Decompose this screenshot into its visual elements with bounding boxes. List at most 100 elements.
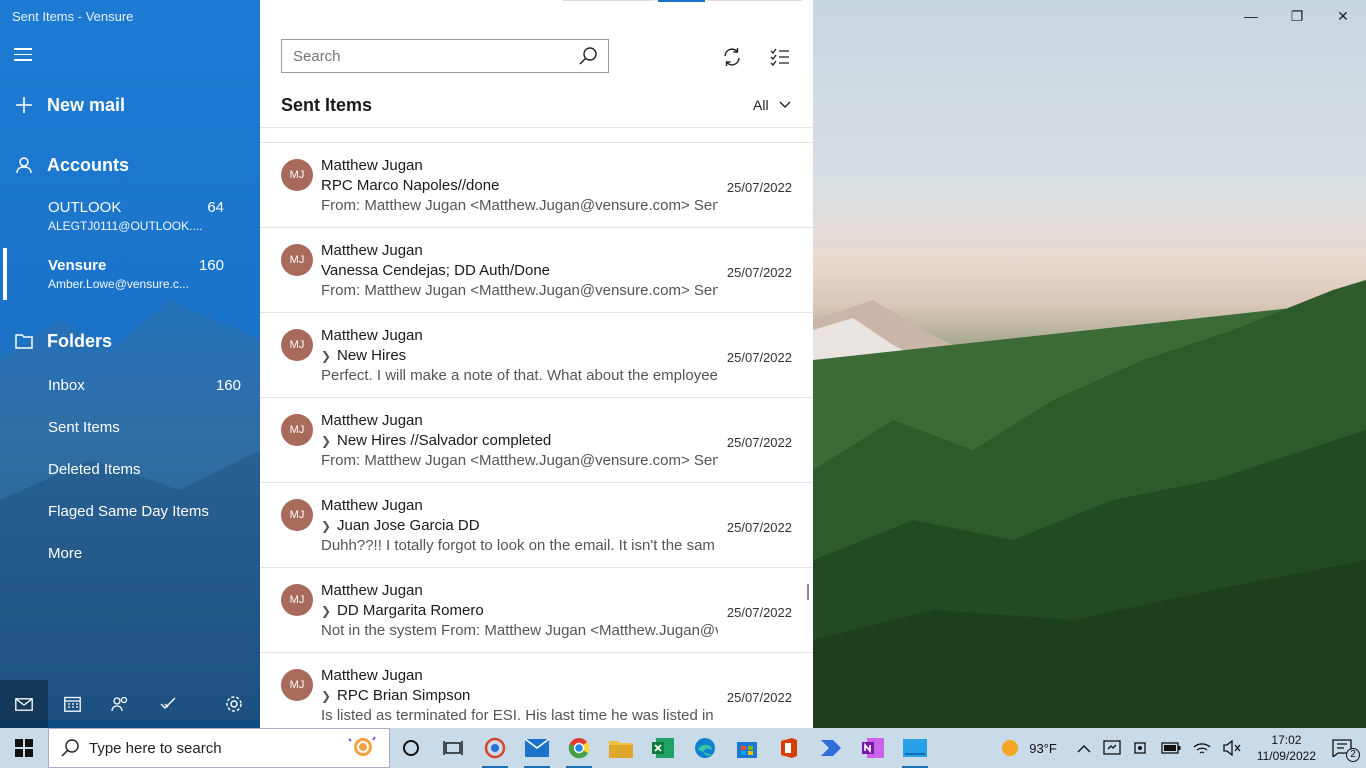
taskbar-search-placeholder: Type here to search (89, 739, 222, 757)
onenote-icon[interactable] (852, 728, 894, 768)
office-icon[interactable] (768, 728, 810, 768)
filter-dropdown[interactable]: All (753, 97, 791, 113)
clock-date: 11/09/2022 (1256, 749, 1316, 763)
folder-item-flaged-same-day[interactable]: Flaged Same Day Items (48, 503, 241, 520)
expand-thread-chevron-icon[interactable]: ❯ (321, 519, 337, 533)
search-input[interactable] (282, 40, 568, 72)
settings-gear-icon[interactable] (210, 680, 258, 728)
mail-app-icon[interactable] (516, 728, 558, 768)
snip-tool-icon[interactable] (474, 728, 516, 768)
message-subject: ❯ RPC Brian Simpson (321, 687, 470, 704)
account-name: OUTLOOK (48, 199, 122, 216)
folder-item-sent-items[interactable]: Sent Items (48, 419, 241, 436)
taskbar-search-box[interactable]: Type here to search (48, 728, 390, 768)
subject-text: New Hires //Salvador completed (337, 432, 552, 449)
calendar-icon[interactable] (48, 680, 96, 728)
search-highlight-icon (348, 736, 376, 756)
folders-label: Folders (47, 330, 113, 351)
cortana-icon[interactable] (390, 728, 432, 768)
list-scrollbar[interactable] (807, 584, 809, 600)
message-item[interactable]: MJ Matthew Jugan ❯ New Hires //Salvador c… (260, 397, 813, 482)
message-subject: ❯ DD Margarita Romero (321, 602, 484, 619)
clock-time: 17:02 (1271, 733, 1302, 747)
message-item[interactable]: MJ Matthew Jugan ❯ New Hires 25/07/2022 P… (260, 312, 813, 397)
folders-header[interactable]: Folders (0, 326, 260, 356)
message-sender: Matthew Jugan (321, 242, 423, 259)
message-preview: From: Matthew Jugan <Matthew.Jugan@vensu… (321, 452, 718, 469)
edge-icon[interactable] (684, 728, 726, 768)
minimize-button[interactable]: — (1228, 0, 1274, 32)
folder-item-deleted-items[interactable]: Deleted Items (48, 461, 241, 478)
message-sender: Matthew Jugan (321, 582, 423, 599)
nav-bottom-bar (0, 680, 260, 728)
expand-thread-chevron-icon[interactable]: ❯ (321, 689, 337, 703)
meet-now-icon[interactable] (1127, 728, 1155, 768)
task-view-icon[interactable] (432, 728, 474, 768)
list-divider (260, 127, 813, 128)
file-explorer-icon[interactable] (600, 728, 642, 768)
message-item[interactable]: MJ Matthew Jugan ❯ RPC Brian Simpson 25/0… (260, 652, 813, 728)
store-icon[interactable] (726, 728, 768, 768)
message-subject: ❯ New Hires (321, 347, 406, 364)
accounts-label: Accounts (47, 154, 130, 175)
tray-app-icon[interactable] (1097, 728, 1127, 768)
message-date: 25/07/2022 (726, 350, 792, 365)
battery-icon[interactable] (1155, 728, 1187, 768)
subject-text: RPC Brian Simpson (337, 687, 471, 704)
expand-thread-chevron-icon[interactable]: ❯ (321, 434, 337, 448)
excel-icon[interactable] (642, 728, 684, 768)
search-icon[interactable] (568, 40, 608, 72)
message-item[interactable]: MJ Matthew Jugan Vanessa Cendejas; DD Au… (260, 227, 813, 312)
wifi-icon[interactable] (1187, 728, 1217, 768)
windows-start-icon[interactable] (0, 728, 48, 768)
message-sender: Matthew Jugan (321, 327, 423, 344)
people-icon[interactable] (96, 680, 144, 728)
message-preview: From: Matthew Jugan <Matthew.Jugan@vensu… (321, 197, 718, 214)
chevron-down-icon (779, 101, 791, 108)
clock[interactable]: 17:02 11/09/2022 (1247, 732, 1326, 764)
folder-item-more[interactable]: More (48, 545, 241, 562)
weather-widget[interactable]: 93°F (995, 728, 1063, 768)
message-date: 25/07/2022 (726, 520, 792, 535)
new-mail-button[interactable]: New mail (0, 90, 260, 120)
mail-icon[interactable] (0, 680, 48, 728)
expand-thread-chevron-icon[interactable]: ❯ (321, 604, 337, 618)
message-date: 25/07/2022 (726, 435, 792, 450)
selected-indicator (3, 248, 7, 300)
restore-button[interactable]: ❐ (1274, 0, 1320, 32)
message-item[interactable]: MJ Matthew Jugan ❯ DD Margarita Romero 25… (260, 567, 813, 652)
unread-count: 160 (198, 257, 224, 274)
accounts-header[interactable]: Accounts (0, 150, 260, 180)
account-item-vensure[interactable]: Vensure Amber.Lowe@vensure.c... 160 (48, 257, 228, 291)
search-box (281, 39, 609, 73)
message-sender: Matthew Jugan (321, 412, 423, 429)
power-automate-icon[interactable] (810, 728, 852, 768)
message-sender: Matthew Jugan (321, 157, 423, 174)
account-item-outlook[interactable]: OUTLOOK ALEGTJ0111@OUTLOOK.... 64 (48, 199, 228, 233)
hamburger-menu-icon[interactable] (14, 44, 36, 66)
chrome-icon[interactable] (558, 728, 600, 768)
message-item[interactable]: MJ Matthew Jugan RPC Marco Napoles//done… (260, 142, 813, 227)
chevron-up-icon[interactable] (1071, 728, 1097, 768)
account-email: ALEGTJ0111@OUTLOOK.... (48, 219, 203, 233)
new-mail-label: New mail (47, 94, 126, 115)
plus-icon (0, 96, 47, 114)
sync-icon[interactable] (716, 41, 748, 73)
message-date: 25/07/2022 (726, 180, 792, 195)
message-preview: Is listed as terminated for ESI. His las… (321, 707, 718, 724)
message-preview: From: Matthew Jugan <Matthew.Jugan@vensu… (321, 282, 718, 299)
folder-label: Deleted Items (48, 461, 141, 478)
folder-item-inbox[interactable]: Inbox 160 (48, 377, 241, 394)
message-item[interactable]: MJ Matthew Jugan ❯ Juan Jose Garcia DD 25… (260, 482, 813, 567)
expand-thread-chevron-icon[interactable]: ❯ (321, 349, 337, 363)
avatar: MJ (281, 244, 313, 276)
close-button[interactable]: ✕ (1320, 0, 1366, 32)
unread-count: 160 (215, 377, 241, 394)
message-sender: Matthew Jugan (321, 667, 423, 684)
notification-center-icon[interactable]: 2 (1326, 728, 1366, 768)
app-window-icon[interactable] (894, 728, 936, 768)
volume-muted-icon[interactable] (1217, 728, 1247, 768)
notification-count-badge: 2 (1346, 748, 1360, 762)
selection-mode-icon[interactable] (764, 41, 796, 73)
todo-check-icon[interactable] (144, 680, 192, 728)
